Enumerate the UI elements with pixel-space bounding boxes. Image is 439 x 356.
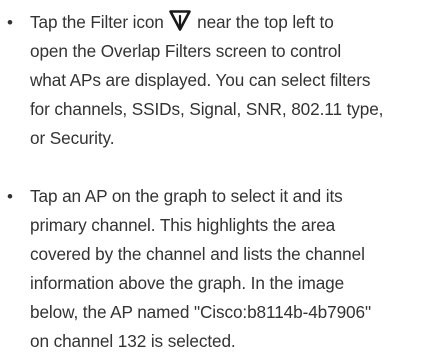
bullet: •: [7, 13, 13, 32]
text-segment: Tap the Filter icon: [30, 12, 169, 32]
bullet: •: [7, 187, 13, 206]
text-line: open the Overlap Filters screen to contr…: [30, 41, 342, 61]
text-line: information above the graph. In the imag…: [30, 273, 345, 293]
text-line: primary channel. This highlights the are…: [30, 215, 336, 235]
text-line: or Security.: [30, 128, 115, 148]
text-line: for channels, SSIDs, Signal, SNR, 802.11…: [30, 99, 384, 119]
text-line: what APs are displayed. You can select f…: [30, 70, 371, 90]
text-line: on channel 132 is selected.: [30, 331, 236, 351]
list-item-text: Tap the Filter icon near the top left to…: [30, 8, 433, 153]
filter-icon: [169, 10, 192, 31]
text-line: below, the AP named "Cisco:b8114b-4b7906…: [30, 302, 371, 322]
text-segment: near the top left to: [197, 12, 334, 32]
list-item-text: Tap an AP on the graph to select it and …: [30, 182, 433, 356]
text-line: covered by the channel and lists the cha…: [30, 244, 365, 264]
text-line: Tap the Filter icon near the top left to: [30, 8, 433, 37]
text-line: Tap an AP on the graph to select it and …: [30, 186, 343, 206]
